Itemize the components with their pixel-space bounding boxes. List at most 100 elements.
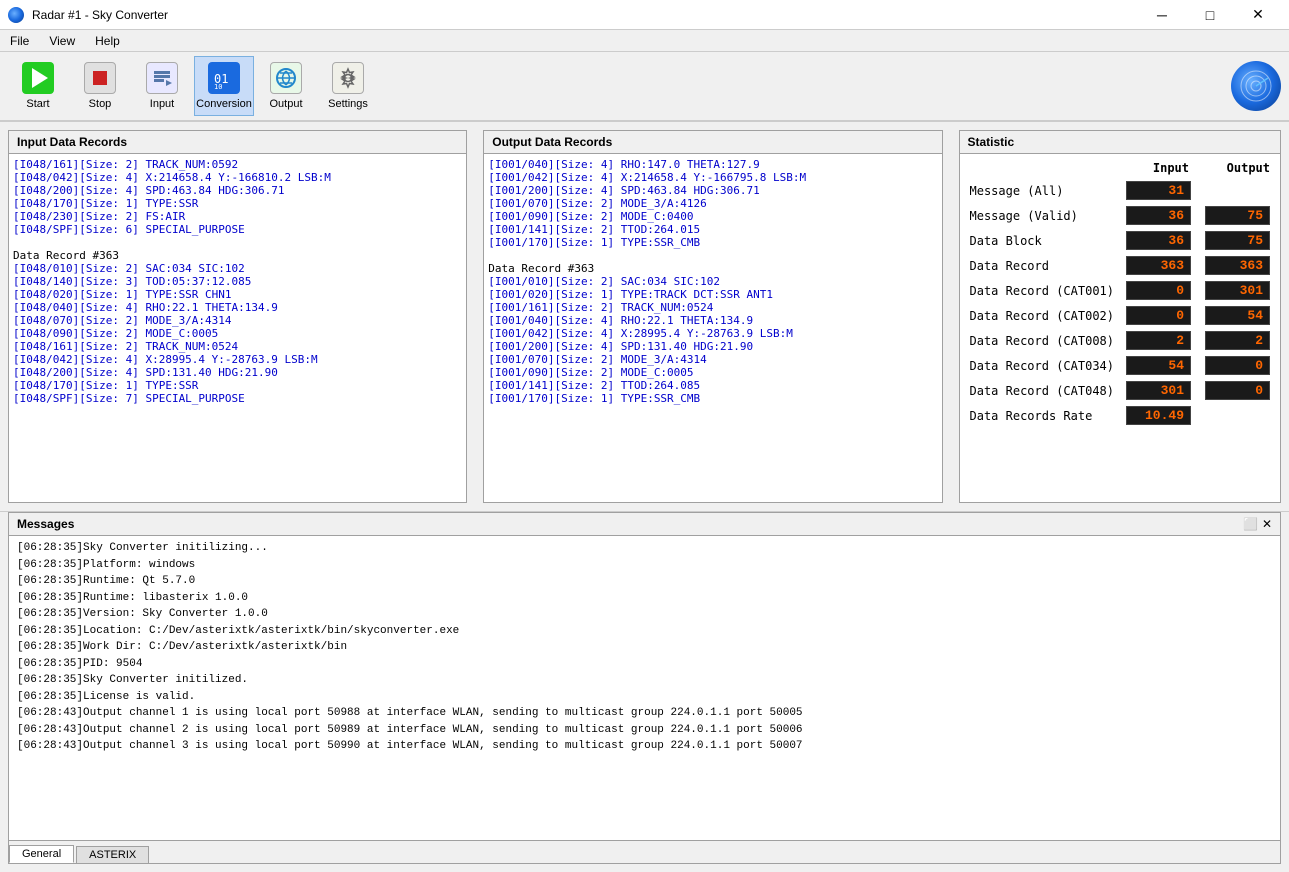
input-data-line: [I048/090][Size: 2] MODE_C:0005 [13, 327, 462, 340]
messages-panel: Messages ⬜ ✕ [06:28:35]Sky Converter ini… [8, 512, 1281, 864]
output-panel-content[interactable]: [I001/040][Size: 4] RHO:147.0 THETA:127.… [484, 154, 941, 502]
stat-row: Data Record (CAT002)054 [964, 303, 1277, 328]
input-panel-content[interactable]: [I048/161][Size: 2] TRACK_NUM:0592 [I048/… [9, 154, 466, 502]
message-line: [06:28:35]Work Dir: C:/Dev/asterixtk/ast… [17, 639, 1272, 656]
stat-label: Data Record (CAT002) [964, 303, 1121, 328]
stat-label: Data Record (CAT048) [964, 378, 1121, 403]
output-data-line: [I001/010][Size: 2] SAC:034 SIC:102 [488, 275, 937, 288]
message-line: [06:28:35]Sky Converter initilizing... [17, 540, 1272, 557]
start-label: Start [26, 98, 49, 110]
stat-output-val: 2 [1199, 328, 1276, 353]
menu-file[interactable]: File [0, 30, 39, 52]
input-data-line: [I048/200][Size: 4] SPD:463.84 HDG:306.7… [13, 184, 462, 197]
stat-col-input: Input [1120, 158, 1199, 178]
input-data-line: [I048/170][Size: 1] TYPE:SSR [13, 379, 462, 392]
toolbar-output-button[interactable]: Output [256, 56, 316, 116]
stat-label: Data Record (CAT008) [964, 328, 1121, 353]
output-data-line: [I001/141][Size: 2] TTOD:264.085 [488, 379, 937, 392]
output-data-line: [I001/042][Size: 4] X:214658.4 Y:-166795… [488, 171, 937, 184]
messages-header: Messages ⬜ ✕ [9, 513, 1280, 536]
tab-general[interactable]: General [9, 845, 74, 863]
stat-led-input: 54 [1126, 356, 1191, 375]
app-logo [1231, 61, 1281, 111]
stat-output-val [1199, 178, 1276, 203]
output-data-line: [I001/020][Size: 1] TYPE:TRACK DCT:SSR A… [488, 288, 937, 301]
stat-row: Data Record 363 363 [964, 253, 1277, 278]
message-line: [06:28:35]Location: C:/Dev/asterixtk/ast… [17, 623, 1272, 640]
close-button[interactable]: ✕ [1235, 0, 1281, 30]
output-data-line: [I001/200][Size: 4] SPD:131.40 HDG:21.90 [488, 340, 937, 353]
toolbar-settings-button[interactable]: Settings [318, 56, 378, 116]
top-panels: Input Data Records [I048/161][Size: 2] T… [0, 122, 1289, 512]
window-title: Radar #1 - Sky Converter [32, 8, 168, 22]
stat-panel-title: Statistic [960, 131, 1281, 154]
toolbar-input-button[interactable]: Input [132, 56, 192, 116]
input-data-line: [I048/SPF][Size: 7] SPECIAL_PURPOSE [13, 392, 462, 405]
stat-panel-content: Input Output Message (All)31Message (Val… [960, 154, 1281, 502]
message-line: [06:28:35]Runtime: libasterix 1.0.0 [17, 590, 1272, 607]
toolbar-start-button[interactable]: Start [8, 56, 68, 116]
stat-led-input: 2 [1126, 331, 1191, 350]
output-icon [270, 62, 302, 94]
menu-help[interactable]: Help [85, 30, 130, 52]
output-data-line: [I001/040][Size: 4] RHO:22.1 THETA:134.9 [488, 314, 937, 327]
stat-row: Data Records Rate10.49 [964, 403, 1277, 428]
output-data-line: [I001/200][Size: 4] SPD:463.84 HDG:306.7… [488, 184, 937, 197]
settings-label: Settings [328, 98, 368, 110]
toolbar: Start Stop Input 0110 Conversion [0, 52, 1289, 122]
output-data-line: [I001/070][Size: 2] MODE_3/A:4314 [488, 353, 937, 366]
input-data-line: [I048/161][Size: 2] TRACK_NUM:0592 [13, 158, 462, 171]
conversion-icon: 0110 [208, 62, 240, 94]
stat-output-val: 0 [1199, 353, 1276, 378]
tab-asterix[interactable]: ASTERIX [76, 846, 149, 863]
stat-table: Input Output Message (All)31Message (Val… [964, 158, 1277, 428]
stat-row: Data Record (CAT048)3010 [964, 378, 1277, 403]
app-logo-area [1231, 61, 1281, 111]
input-icon [146, 62, 178, 94]
stat-led-input: 36 [1126, 206, 1191, 225]
main-content: Input Data Records [I048/161][Size: 2] T… [0, 122, 1289, 872]
stat-label: Message (Valid) [964, 203, 1121, 228]
message-line: [06:28:43]Output channel 2 is using loca… [17, 722, 1272, 739]
settings-icon [332, 62, 364, 94]
stat-label: Data Record [964, 253, 1121, 278]
input-data-line: [I048/070][Size: 2] MODE_3/A:4314 [13, 314, 462, 327]
maximize-button[interactable]: □ [1187, 0, 1233, 30]
stat-led-input: 363 [1126, 256, 1191, 275]
messages-content[interactable]: [06:28:35]Sky Converter initilizing... [0… [9, 536, 1280, 840]
output-data-line: [I001/090][Size: 2] MODE_C:0005 [488, 366, 937, 379]
message-line: [06:28:35]Version: Sky Converter 1.0.0 [17, 606, 1272, 623]
stat-output-val: 363 [1199, 253, 1276, 278]
input-data-line: [I048/200][Size: 4] SPD:131.40 HDG:21.90 [13, 366, 462, 379]
stat-label: Data Records Rate [964, 403, 1121, 428]
stat-input-val: 36 [1120, 203, 1199, 228]
stat-led-input: 36 [1126, 231, 1191, 250]
stat-led-input: 301 [1126, 381, 1191, 400]
messages-area: Messages ⬜ ✕ [06:28:35]Sky Converter ini… [0, 512, 1289, 872]
stat-row: Data Record (CAT034)540 [964, 353, 1277, 378]
stat-led-output: 75 [1205, 231, 1270, 250]
messages-title: Messages [17, 517, 74, 531]
stat-led-output: 2 [1205, 331, 1270, 350]
message-line: [06:28:43]Output channel 1 is using loca… [17, 705, 1272, 722]
minimize-button[interactable]: ─ [1139, 0, 1185, 30]
stat-input-val: 2 [1120, 328, 1199, 353]
stat-led-input: 31 [1126, 181, 1191, 200]
output-panel-title: Output Data Records [484, 131, 941, 154]
messages-expand-button[interactable]: ⬜ [1243, 517, 1258, 531]
output-data-records-panel: Output Data Records [I001/040][Size: 4] … [483, 130, 942, 503]
toolbar-stop-button[interactable]: Stop [70, 56, 130, 116]
messages-close-button[interactable]: ✕ [1262, 517, 1272, 531]
stat-col-output: Output [1199, 158, 1276, 178]
stat-input-val: 36 [1120, 228, 1199, 253]
menu-view[interactable]: View [39, 30, 85, 52]
output-data-line: [I001/170][Size: 1] TYPE:SSR_CMB [488, 392, 937, 405]
menubar: File View Help [0, 30, 1289, 52]
stat-input-val: 363 [1120, 253, 1199, 278]
stat-led-input: 0 [1126, 281, 1191, 300]
titlebar-controls: ─ □ ✕ [1139, 0, 1281, 30]
message-line: [06:28:35]License is valid. [17, 689, 1272, 706]
stat-input-val: 0 [1120, 278, 1199, 303]
toolbar-conversion-button[interactable]: 0110 Conversion [194, 56, 254, 116]
output-data-line: [I001/040][Size: 4] RHO:147.0 THETA:127.… [488, 158, 937, 171]
